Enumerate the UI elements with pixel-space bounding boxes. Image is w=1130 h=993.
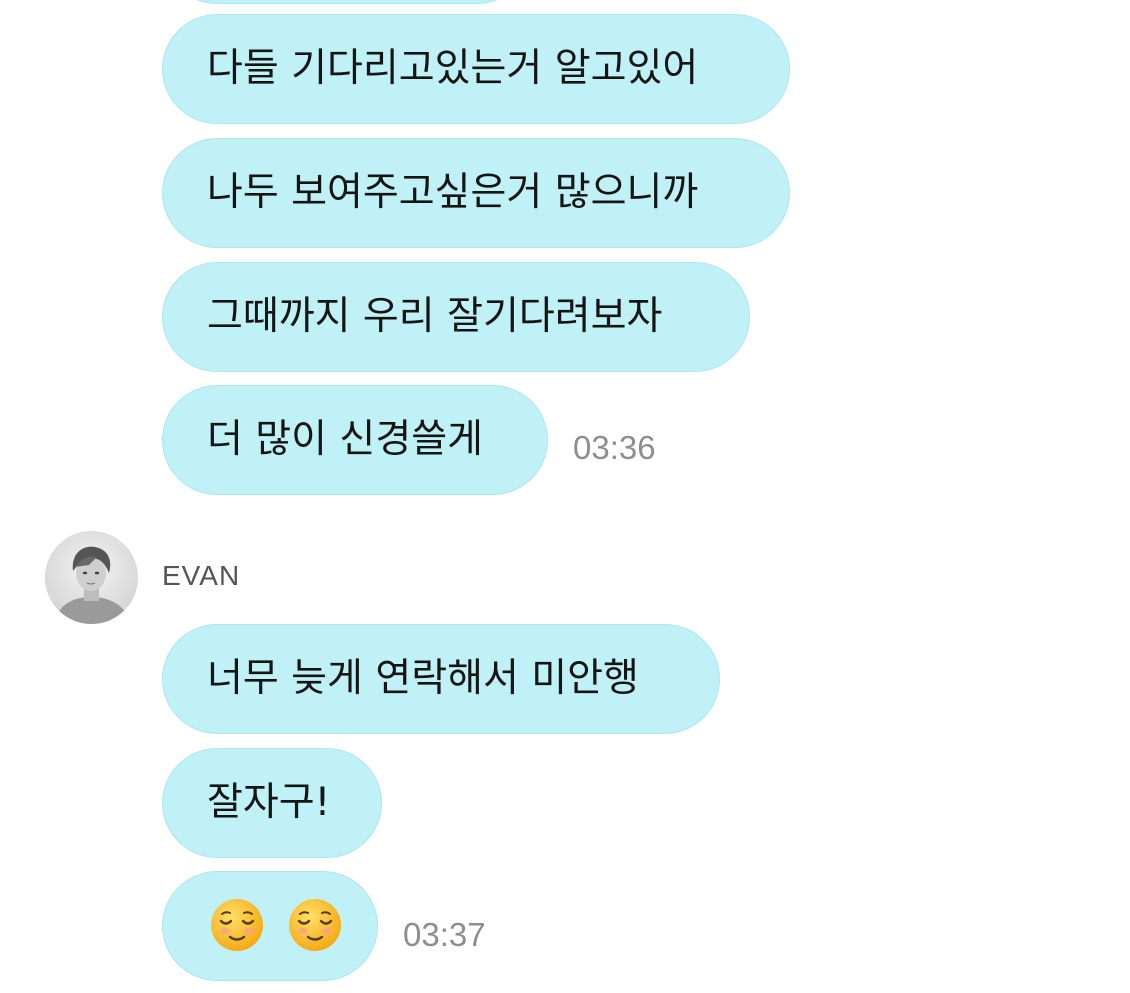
message-bubble-partial[interactable] <box>162 0 532 4</box>
message-bubble[interactable]: 너무 늦게 연락해서 미안행 <box>162 624 720 734</box>
sender-name: EVAN <box>162 560 241 591</box>
emoji-message-bubble[interactable] <box>162 871 378 981</box>
relieved-face-emoji-icon <box>211 899 263 951</box>
message-text: 다들 기다리고있는거 알고있어 <box>207 46 699 91</box>
message-text: 잘자구! <box>207 780 331 825</box>
message-timestamp: 03:36 <box>573 429 656 466</box>
message-bubble[interactable]: 나두 보여주고싶은거 많으니까 <box>162 138 790 248</box>
message-text: 너무 늦게 연락해서 미안행 <box>207 656 639 701</box>
message-bubble[interactable]: 잘자구! <box>162 748 382 858</box>
message-bubble[interactable]: 더 많이 신경쓸게 <box>162 385 548 495</box>
avatar[interactable] <box>45 531 138 624</box>
emoji-group <box>209 874 343 982</box>
message-text: 나두 보여주고싶은거 많으니까 <box>207 170 699 215</box>
message-bubble[interactable]: 다들 기다리고있는거 알고있어 <box>162 14 790 124</box>
relieved-face-emoji-icon <box>289 899 342 951</box>
message-text: 더 많이 신경쓸게 <box>207 417 483 462</box>
profile-photo-icon <box>45 531 138 624</box>
message-timestamp: 03:37 <box>403 916 486 953</box>
chat-view[interactable]: 다들 기다리고있는거 알고있어 나두 보여주고싶은거 많으니까 그때까지 우리 … <box>0 0 1130 993</box>
message-bubble[interactable]: 그때까지 우리 잘기다려보자 <box>162 262 750 372</box>
message-text: 그때까지 우리 잘기다려보자 <box>207 294 663 339</box>
